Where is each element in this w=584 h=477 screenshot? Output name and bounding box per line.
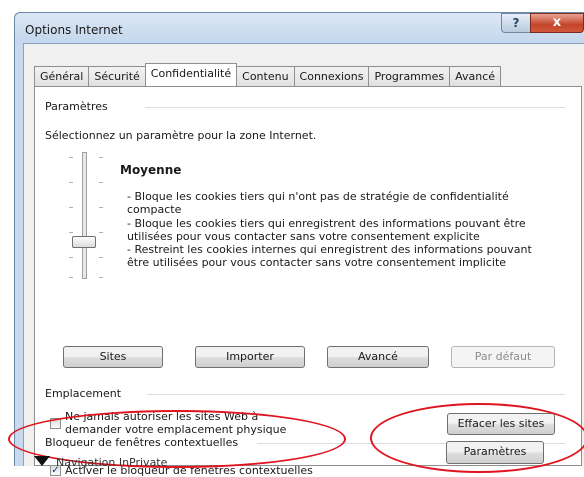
import-button[interactable]: Importer xyxy=(195,346,305,368)
privacy-slider-thumb[interactable] xyxy=(72,236,96,248)
tab-security[interactable]: Sécurité xyxy=(88,66,146,86)
help-button[interactable]: ? xyxy=(501,13,531,33)
slider-tick xyxy=(69,157,73,158)
default-button[interactable]: Par défaut xyxy=(451,346,555,368)
slider-tick xyxy=(69,232,73,233)
arrow-down-icon xyxy=(34,456,50,466)
slider-tick xyxy=(99,257,103,258)
tab-privacy[interactable]: Confidentialité xyxy=(144,63,238,86)
settings-instruction: Sélectionnez un paramètre pour la zone I… xyxy=(45,129,317,142)
level-line: - Bloque les cookies tiers qui enregistr… xyxy=(127,216,526,230)
location-group-divider xyxy=(147,394,565,395)
slider-tick xyxy=(69,207,73,208)
privacy-level-description: - Bloque les cookies tiers qui n'ont pas… xyxy=(127,190,537,270)
slider-tick xyxy=(99,207,103,208)
advanced-button[interactable]: Avancé xyxy=(327,346,429,368)
slider-tick xyxy=(99,277,103,278)
level-line: utilisées pour vous contacter sans votre… xyxy=(127,229,480,243)
internet-options-dialog: Options Internet ? x Général Sécurité Co… xyxy=(14,12,584,477)
level-line: être utilisées pour vous contacter sans … xyxy=(127,256,507,270)
slider-tick xyxy=(69,182,73,183)
level-line: - Bloque les cookies tiers qui n'ont pas… xyxy=(127,190,509,203)
sites-button[interactable]: Sites xyxy=(63,346,163,368)
slider-tick xyxy=(69,277,73,278)
privacy-slider-track[interactable] xyxy=(82,152,87,279)
tab-content[interactable]: Contenu xyxy=(236,66,295,86)
slider-tick xyxy=(99,157,103,158)
slider-tick xyxy=(99,182,103,183)
tab-advanced[interactable]: Avancé xyxy=(449,66,502,86)
level-line: compacte xyxy=(127,203,182,217)
tab-strip: Général Sécurité Confidentialité Contenu… xyxy=(34,63,502,86)
slider-tick xyxy=(69,257,73,258)
settings-group-label: Paramètres xyxy=(45,100,112,113)
tab-general[interactable]: Général xyxy=(34,66,90,86)
tab-connections[interactable]: Connexions xyxy=(293,66,370,86)
title-bar[interactable]: Options Internet ? x xyxy=(15,13,584,45)
close-button[interactable]: x xyxy=(530,13,584,33)
settings-group-divider xyxy=(145,107,565,108)
slider-tick xyxy=(99,232,103,233)
background-text-fragment: Navigation InPrivate xyxy=(56,456,168,469)
level-line: - Restreint les cookies internes qui enr… xyxy=(127,243,532,257)
dialog-body: Général Sécurité Confidentialité Contenu… xyxy=(23,43,584,477)
tab-programs[interactable]: Programmes xyxy=(368,66,451,86)
location-group-label: Emplacement xyxy=(45,387,126,400)
window-title: Options Internet xyxy=(25,23,123,37)
annotation-ellipse-button xyxy=(370,403,584,473)
privacy-level-title: Moyenne xyxy=(120,163,182,177)
